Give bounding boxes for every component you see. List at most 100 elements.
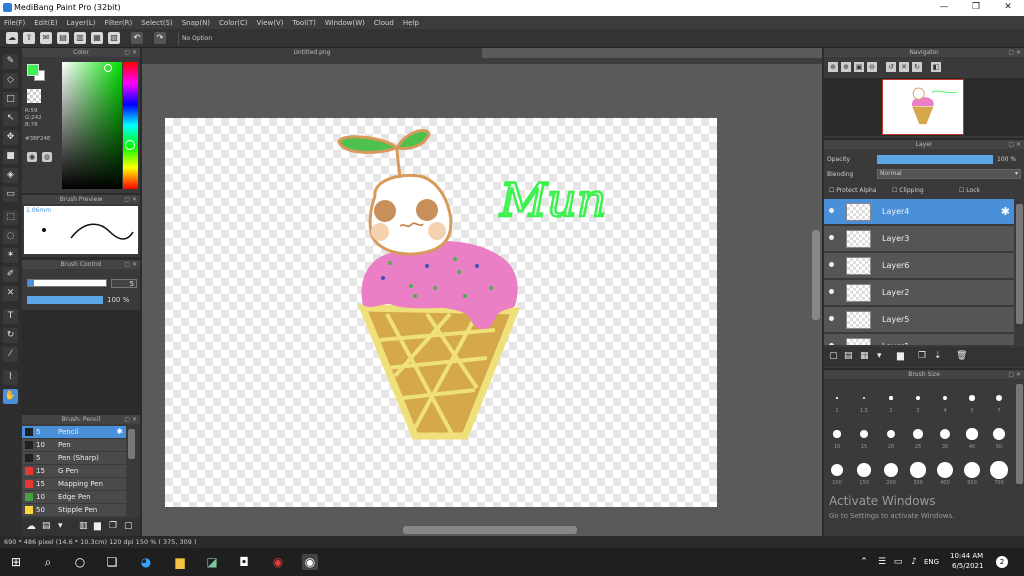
- drawing-canvas[interactable]: Mun: [165, 118, 717, 507]
- minimize-button[interactable]: —: [928, 0, 960, 16]
- fill-rect-icon[interactable]: ■: [3, 149, 18, 164]
- network-icon[interactable]: ☰: [874, 554, 890, 570]
- palette-icon[interactable]: ◉: [27, 152, 37, 162]
- merge-down-icon[interactable]: ⇣: [934, 351, 942, 361]
- brush-size-dot[interactable]: [966, 428, 978, 440]
- visibility-eye-icon[interactable]: [829, 343, 834, 345]
- notification-badge[interactable]: 2: [996, 556, 1008, 568]
- brush-size-dot[interactable]: [916, 396, 920, 400]
- brush-size-dot[interactable]: [969, 395, 975, 401]
- clock-time[interactable]: 10:44 AM: [950, 552, 983, 560]
- text-tool-icon[interactable]: T: [3, 309, 18, 324]
- brush-size-slider[interactable]: [27, 279, 107, 287]
- brush-size-dot[interactable]: [833, 430, 841, 438]
- select-tool-icon[interactable]: ↖: [3, 111, 18, 126]
- visibility-eye-icon[interactable]: [829, 235, 834, 240]
- brush-settings-icon[interactable]: ✱: [116, 427, 123, 436]
- layer-row[interactable]: Layer5: [824, 307, 1014, 333]
- brush-size-dot[interactable]: [889, 396, 893, 400]
- foreground-color-swatch[interactable]: [27, 64, 39, 76]
- brush-size-dot[interactable]: [836, 397, 838, 399]
- comment-icon[interactable]: ✉: [40, 32, 52, 44]
- brush-size-value[interactable]: 5: [111, 279, 137, 288]
- open-file-icon[interactable]: ▥: [74, 32, 86, 44]
- duplicate-layer-icon[interactable]: ❐: [918, 351, 926, 361]
- tray-expand-icon[interactable]: ⌃: [856, 554, 872, 570]
- layer-folder-icon[interactable]: ▆: [897, 351, 904, 361]
- zoom-out-icon[interactable]: ⊖: [867, 62, 877, 72]
- language-indicator[interactable]: ENG: [924, 558, 939, 566]
- grid-icon[interactable]: ▧: [108, 32, 120, 44]
- layer-settings-icon[interactable]: ✱: [1001, 205, 1010, 218]
- brush-size-dot[interactable]: [990, 461, 1008, 479]
- layer-opacity-slider[interactable]: [877, 155, 993, 164]
- marquee-tool-icon[interactable]: ⬚: [3, 210, 18, 225]
- brush-folder-icon[interactable]: ▆: [94, 521, 101, 531]
- layer-row[interactable]: Layer3: [824, 226, 1014, 252]
- zoom-in-icon[interactable]: ⊕: [828, 62, 838, 72]
- menu-edit[interactable]: Edit(E): [34, 19, 57, 27]
- saturation-value-picker[interactable]: [62, 62, 122, 189]
- brush-add-menu-icon[interactable]: ▾: [58, 521, 63, 531]
- brush-copy-icon[interactable]: ▥: [79, 521, 88, 531]
- battery-icon[interactable]: ▭: [890, 554, 906, 570]
- layer-add-menu-icon[interactable]: ▾: [877, 351, 882, 361]
- medibang-taskbar-icon[interactable]: ◉: [302, 554, 318, 570]
- save-icon[interactable]: ▦: [91, 32, 103, 44]
- share-icon[interactable]: ⇪: [23, 32, 35, 44]
- task-view-icon[interactable]: ❏: [104, 554, 120, 570]
- cortana-icon[interactable]: ○: [72, 554, 88, 570]
- brush-size-dot[interactable]: [993, 428, 1005, 440]
- brush-size-dot[interactable]: [939, 428, 951, 440]
- blending-select[interactable]: Normal ▾: [877, 169, 1021, 179]
- brush-size-dot[interactable]: [886, 429, 896, 439]
- menu-snap[interactable]: Snap(N): [182, 19, 210, 27]
- new-file-icon[interactable]: ▤: [57, 32, 69, 44]
- brush-size-dot[interactable]: [910, 462, 926, 478]
- operation-tool-icon[interactable]: ↻: [3, 328, 18, 343]
- brush-item[interactable]: 50 Stipple Pen: [22, 504, 126, 517]
- chrome-icon[interactable]: ◉: [270, 554, 286, 570]
- dot-tool-icon[interactable]: □: [3, 92, 18, 107]
- brush-size-dot[interactable]: [883, 462, 899, 478]
- divide-tool-icon[interactable]: ⁄: [3, 347, 18, 362]
- gradient-tool-icon[interactable]: ▭: [3, 187, 18, 202]
- navigator-thumbnail[interactable]: [882, 79, 964, 135]
- visibility-eye-icon[interactable]: [829, 208, 834, 213]
- windows-start-icon[interactable]: ⊞: [8, 554, 24, 570]
- close-button[interactable]: ✕: [992, 0, 1024, 16]
- menu-tool[interactable]: Tool(T): [293, 19, 316, 27]
- reset-view-icon[interactable]: ✕: [899, 62, 909, 72]
- store-icon[interactable]: ◘: [236, 554, 252, 570]
- brush-size-dot[interactable]: [995, 394, 1003, 402]
- eyedropper-icon[interactable]: ⌇: [3, 370, 18, 385]
- canvas-vertical-scrollbar[interactable]: [812, 230, 820, 320]
- hue-cursor[interactable]: [125, 140, 135, 150]
- layer-row[interactable]: Layer1: [824, 334, 1014, 345]
- menu-help[interactable]: Help: [403, 19, 419, 27]
- edge-browser-icon[interactable]: ◕: [138, 554, 154, 570]
- move-tool-icon[interactable]: ✥: [3, 130, 18, 145]
- transparent-color-swatch[interactable]: [27, 89, 41, 103]
- rotate-right-icon[interactable]: ↻: [912, 62, 922, 72]
- search-icon[interactable]: ⌕: [40, 554, 56, 570]
- layer-row[interactable]: Layer6: [824, 253, 1014, 279]
- document-tab[interactable]: Untitled.png: [142, 48, 482, 58]
- protect-alpha-checkbox[interactable]: ☐ Protect Alpha: [829, 187, 876, 194]
- visibility-eye-icon[interactable]: [829, 289, 834, 294]
- hand-tool-icon[interactable]: ✋: [3, 389, 18, 404]
- select-pen-icon[interactable]: ✐: [3, 267, 18, 282]
- brush-item[interactable]: 10 Pen: [22, 439, 126, 452]
- menu-layer[interactable]: Layer(L): [67, 19, 96, 27]
- layer-scrollbar[interactable]: [1016, 204, 1023, 324]
- brush-list-scrollbar[interactable]: [128, 429, 135, 459]
- visibility-eye-icon[interactable]: [829, 316, 834, 321]
- brush-item[interactable]: 5 Pencil ✱: [22, 426, 126, 439]
- menu-view[interactable]: View(V): [257, 19, 284, 27]
- cloud-icon[interactable]: ☁: [6, 32, 18, 44]
- canvas-horizontal-scrollbar[interactable]: [403, 526, 577, 534]
- menu-cloud[interactable]: Cloud: [374, 19, 394, 27]
- hue-slider[interactable]: [123, 62, 138, 189]
- delete-layer-icon[interactable]: 🗑: [956, 351, 967, 361]
- brush-size-dot[interactable]: [942, 395, 948, 401]
